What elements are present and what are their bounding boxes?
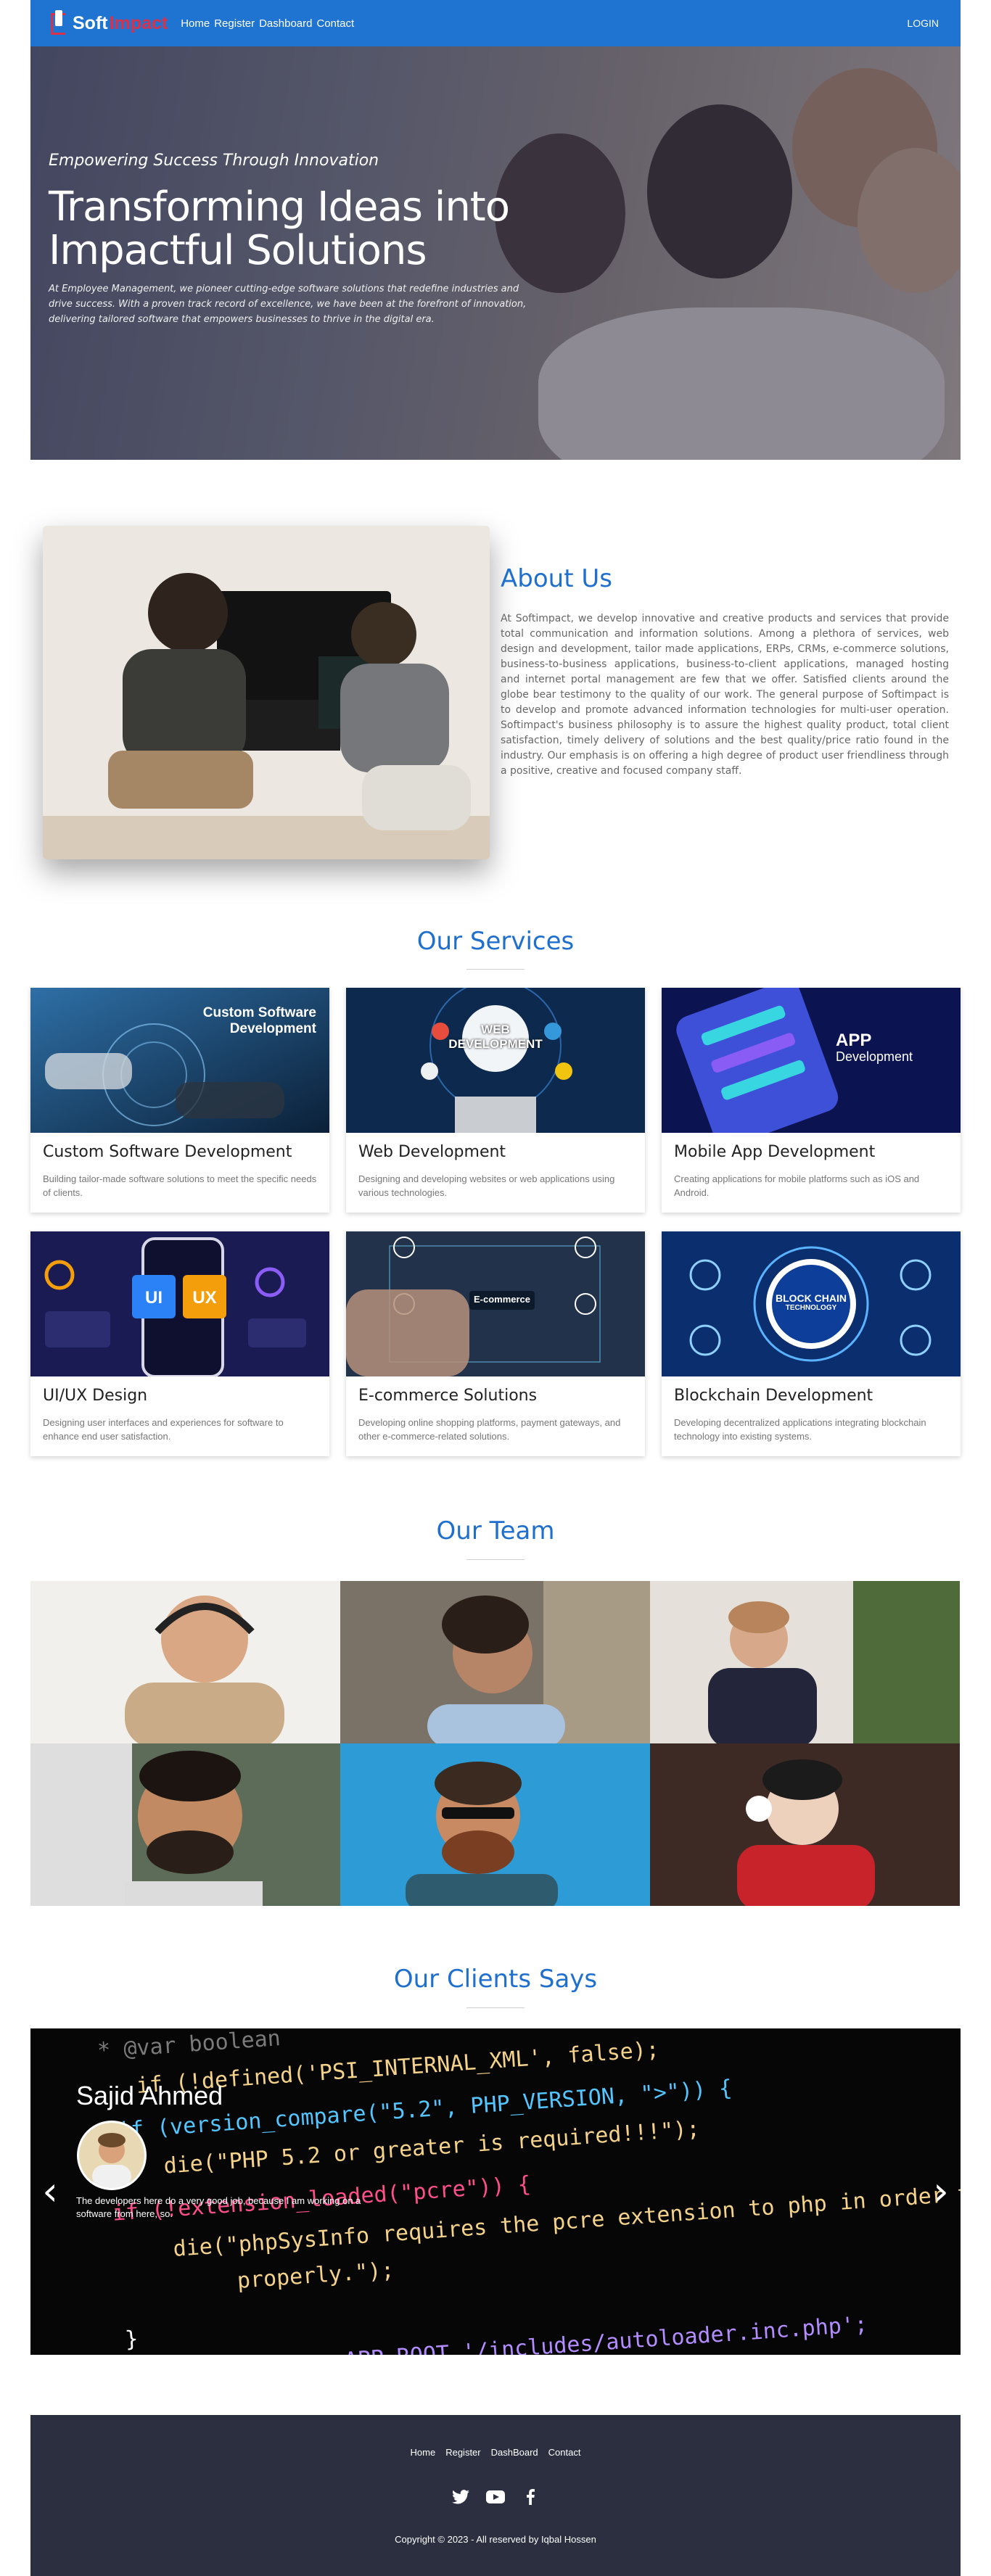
service-description: Designing user interfaces and experience… (43, 1417, 284, 1442)
code-line: APP_ROOT.'/includes/autoloader.inc.php'; (343, 2311, 868, 2355)
service-image-caption: APP (836, 1031, 872, 1050)
service-image: Custom Software Development (30, 988, 329, 1133)
service-image-caption: DEVELOPMENT (448, 1037, 543, 1051)
facebook-icon[interactable] (521, 2488, 540, 2506)
service-image-caption: Development (836, 1049, 913, 1064)
footer-social (30, 2488, 961, 2506)
carousel-prev-arrow-icon[interactable]: ‹ (39, 2172, 61, 2211)
team-member-photo (340, 1581, 650, 1743)
team-member-photo (650, 1581, 960, 1743)
service-image-caption: UX (192, 1288, 217, 1308)
services-title: Our Services (416, 927, 575, 956)
team-member-photo (340, 1743, 650, 1906)
service-title: E-commerce Solutions (358, 1387, 538, 1405)
brand-name-second: Impact (109, 12, 168, 33)
code-background: * @var boolean if (!defined('PSI_INTERNA… (30, 2028, 961, 2355)
nav-link-contact[interactable]: Contact (316, 17, 354, 30)
service-title: Blockchain Development (674, 1387, 873, 1405)
clients-title: Our Clients Says (393, 1965, 598, 1994)
hero-kicker: Empowering Success Through Innovation (49, 152, 379, 170)
team-member-photo (30, 1581, 340, 1743)
team-member-photo (30, 1743, 340, 1906)
service-title: Mobile App Development (674, 1143, 876, 1161)
footer-link-register[interactable]: Register (445, 2447, 480, 2458)
team-title: Our Team (436, 1516, 555, 1545)
service-description: Developing decentralized applications in… (674, 1417, 926, 1442)
service-card-mobile-app[interactable]: APP Development Mobile App Development C… (662, 988, 961, 1213)
service-description: Designing and developing websites or web… (358, 1173, 615, 1198)
service-title: UI/UX Design (43, 1387, 148, 1405)
login-link[interactable]: LOGIN (907, 17, 939, 29)
service-description: Creating applications for mobile platfor… (674, 1173, 920, 1198)
footer: Home Register DashBoard Contact Copyrigh… (30, 2415, 961, 2576)
team-divider (466, 1559, 525, 1560)
brand-name-first: Soft (73, 12, 108, 33)
hero-content: Empowering Success Through Innovation Tr… (49, 152, 542, 327)
client-avatar (77, 2121, 147, 2190)
service-card-ui-ux[interactable]: UI UX UI/UX Design Designing user interf… (30, 1231, 329, 1456)
service-image-caption: E-commerce (473, 1294, 531, 1305)
service-title: Custom Software Development (43, 1143, 292, 1161)
nav-link-home[interactable]: Home (181, 17, 210, 30)
testimonial-carousel: * @var boolean if (!defined('PSI_INTERNA… (30, 2028, 961, 2355)
hero-banner: Empowering Success Through Innovation Tr… (30, 46, 961, 460)
footer-link-dashboard[interactable]: DashBoard (491, 2447, 538, 2458)
twitter-icon[interactable] (451, 2488, 470, 2506)
carousel-next-arrow-icon[interactable]: › (930, 2172, 952, 2211)
youtube-icon[interactable] (486, 2488, 505, 2506)
footer-link-contact[interactable]: Contact (548, 2447, 581, 2458)
navbar: Soft Impact Home Register Dashboard Cont… (30, 0, 961, 46)
code-line: properly."); (236, 2257, 395, 2294)
service-card-web-development[interactable]: WEB DEVELOPMENT Web Development Designin… (346, 988, 645, 1213)
service-image: WEB DEVELOPMENT (346, 988, 645, 1133)
about-title: About Us (501, 564, 612, 593)
service-description: Building tailor-made software solutions … (43, 1173, 317, 1198)
service-card-blockchain[interactable]: BLOCK CHAIN TECHNOLOGY Blockchain Develo… (662, 1231, 961, 1456)
team-member-photo (650, 1743, 960, 1906)
brand-logo[interactable]: Soft Impact (49, 9, 168, 38)
service-card-ecommerce[interactable]: E-commerce E-commerce Solutions Developi… (346, 1231, 645, 1456)
service-image-caption: UI (145, 1288, 163, 1308)
service-image: APP Development (662, 988, 961, 1133)
hero-description: At Employee Management, we pioneer cutti… (49, 284, 527, 325)
service-image-caption: WEB (481, 1023, 510, 1036)
service-image: BLOCK CHAIN TECHNOLOGY (662, 1231, 961, 1376)
footer-copyright: Copyright © 2023 - All reserved by Iqbal… (395, 2534, 596, 2545)
service-image: E-commerce (346, 1231, 645, 1376)
about-image (43, 526, 490, 859)
service-image-caption: BLOCK CHAIN (776, 1292, 847, 1304)
nav-link-dashboard[interactable]: Dashboard (259, 17, 312, 30)
services-divider (466, 969, 525, 970)
nav-link-register[interactable]: Register (214, 17, 255, 30)
client-quote: The developers here do a very good job, … (76, 2195, 361, 2219)
service-image-caption: Custom Software (202, 1005, 316, 1020)
code-line: * @var boolean (96, 2028, 281, 2064)
service-image-caption: TECHNOLOGY (785, 1304, 837, 1312)
clients-divider (466, 2007, 525, 2008)
service-image-caption: Development (229, 1021, 316, 1036)
service-title: Web Development (358, 1143, 506, 1161)
logo-mark-icon (49, 9, 68, 38)
service-image: UI UX (30, 1231, 329, 1376)
footer-link-home[interactable]: Home (411, 2447, 436, 2458)
service-description: Developing online shopping platforms, pa… (358, 1417, 621, 1442)
about-text: At Softimpact, we develop innovative and… (501, 613, 949, 777)
code-line: } (124, 2326, 139, 2353)
nav-links: Home Register Dashboard Contact (181, 17, 354, 30)
hero-title: Transforming Ideas into Impactful Soluti… (49, 183, 510, 274)
client-name: Sajid Ahmed (76, 2081, 223, 2110)
service-card-custom-software[interactable]: Custom Software Development Custom Softw… (30, 988, 329, 1213)
footer-links: Home Register DashBoard Contact (30, 2447, 961, 2458)
